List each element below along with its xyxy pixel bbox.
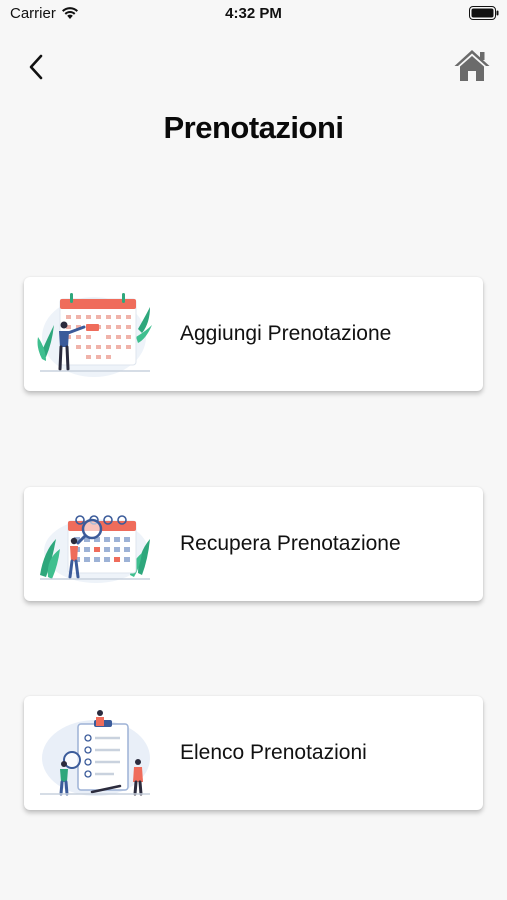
retrieve-booking-label: Recupera Prenotazione [180,532,401,555]
checklist-illustration [40,710,150,796]
calendar-search-illustration [40,515,150,583]
home-button[interactable] [453,48,491,84]
chevron-left-icon [29,54,43,80]
add-booking-card[interactable]: Aggiungi Prenotazione [24,277,483,391]
retrieve-booking-card[interactable]: Recupera Prenotazione [24,487,483,601]
battery-icon [469,6,499,20]
page-title: Prenotazioni [163,110,344,145]
status-bar: Carrier 4:32 PM [0,0,507,28]
booking-list-label: Elenco Prenotazioni [180,741,367,764]
home-icon [454,50,490,81]
booking-list-card[interactable]: Elenco Prenotazioni [24,696,483,810]
add-booking-label: Aggiungi Prenotazione [180,322,392,345]
back-button[interactable] [24,52,50,82]
status-time: 4:32 PM [225,5,282,22]
calendar-add-illustration [37,293,152,377]
app-screen: Carrier 4:32 PM Prenotazioni Aggiungi Pr… [0,0,507,900]
